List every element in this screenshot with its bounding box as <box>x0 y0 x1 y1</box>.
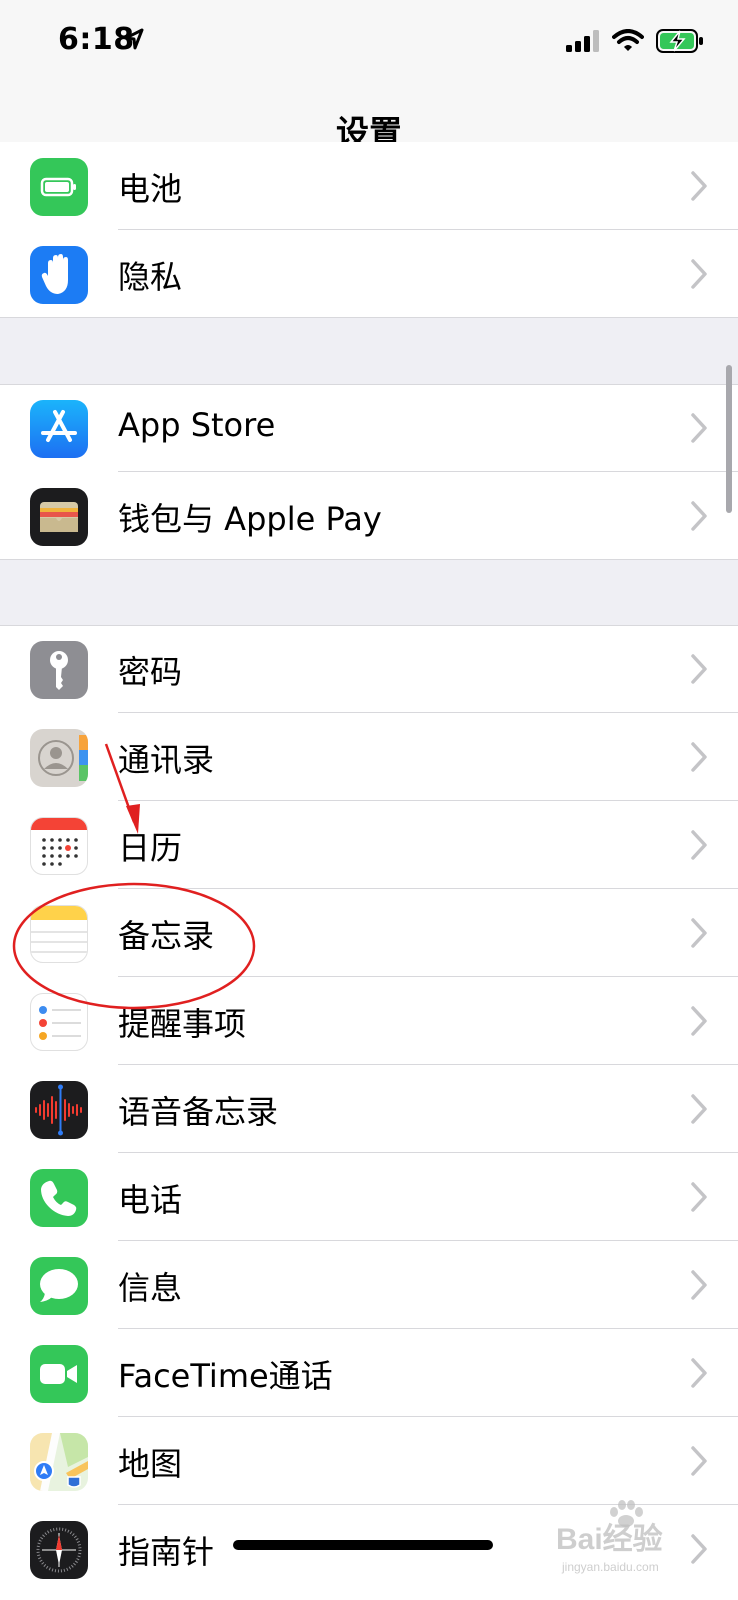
chevron-right-icon <box>691 654 707 684</box>
contacts-icon <box>30 729 88 787</box>
settings-row-label: 隐私 <box>118 258 183 296</box>
phone-icon <box>30 1169 88 1227</box>
settings-row-facetime[interactable]: FaceTime通话 <box>0 1329 738 1417</box>
settings-row-wallet[interactable]: 钱包与 Apple Pay <box>0 472 738 560</box>
chevron-right-icon <box>691 1006 707 1036</box>
settings-row-app-store[interactable]: App Store <box>0 384 738 472</box>
chevron-right-icon <box>691 413 707 443</box>
scroll-indicator[interactable] <box>726 365 732 513</box>
voice-memos-icon <box>30 1081 88 1139</box>
chevron-right-icon <box>691 742 707 772</box>
status-icons <box>566 24 704 58</box>
settings-row-label: 钱包与 Apple Pay <box>118 500 382 538</box>
notes-icon <box>30 905 88 963</box>
settings-row-label: 电话 <box>118 1181 183 1219</box>
settings-row-battery[interactable]: 电池 <box>0 142 738 230</box>
chevron-right-icon <box>691 1358 707 1388</box>
settings-row-passwords[interactable]: 密码 <box>0 625 738 713</box>
settings-group-store-wallet: App Store 钱包与 Apple Pay <box>0 384 738 560</box>
group-separator <box>0 317 738 318</box>
settings-row-label: 日历 <box>118 829 183 867</box>
facetime-icon <box>30 1345 88 1403</box>
chevron-right-icon <box>691 1182 707 1212</box>
baidu-watermark: Bai经验 jingyan.baidu.com <box>542 1498 712 1588</box>
messages-icon <box>30 1257 88 1315</box>
wifi-icon <box>612 29 644 51</box>
settings-row-messages[interactable]: 信息 <box>0 1241 738 1329</box>
reminders-icon <box>30 993 88 1051</box>
settings-row-contacts[interactable]: 通讯录 <box>0 713 738 801</box>
settings-row-label: 密码 <box>118 653 183 691</box>
settings-row-label: 信息 <box>118 1269 183 1307</box>
settings-row-label: 提醒事项 <box>118 1005 247 1043</box>
group-separator <box>0 559 738 560</box>
settings-row-label: App Store <box>118 406 276 444</box>
battery-charging-icon <box>656 29 703 53</box>
chevron-right-icon <box>691 501 707 531</box>
location-arrow-icon <box>124 28 144 50</box>
chevron-right-icon <box>691 259 707 289</box>
compass-icon <box>30 1521 88 1579</box>
settings-row-phone[interactable]: 电话 <box>0 1153 738 1241</box>
chevron-right-icon <box>691 918 707 948</box>
settings-group-apps: 密码 通讯录 日历 备忘录 提醒事项 语音备忘录 电话 信息 FaceTime通… <box>0 625 738 1600</box>
watermark-url: jingyan.baidu.com <box>562 1560 659 1574</box>
settings-row-label: 备忘录 <box>118 917 215 955</box>
home-indicator[interactable] <box>233 1540 493 1550</box>
chevron-right-icon <box>691 830 707 860</box>
chevron-right-icon <box>691 1270 707 1300</box>
maps-icon <box>30 1433 88 1491</box>
battery-icon <box>30 158 88 216</box>
settings-row-label: FaceTime通话 <box>118 1357 333 1395</box>
status-bar: 6:18 <box>0 0 738 84</box>
settings-row-label: 地图 <box>118 1445 183 1483</box>
wallet-icon <box>30 488 88 546</box>
calendar-icon <box>30 817 88 875</box>
chevron-right-icon <box>691 1446 707 1476</box>
settings-row-calendar[interactable]: 日历 <box>0 801 738 889</box>
settings-row-label: 指南针 <box>118 1533 215 1571</box>
watermark-text: Bai经验 <box>556 1523 663 1556</box>
settings-row-notes[interactable]: 备忘录 <box>0 889 738 977</box>
settings-row-voice-memos[interactable]: 语音备忘录 <box>0 1065 738 1153</box>
settings-row-reminders[interactable]: 提醒事项 <box>0 977 738 1065</box>
settings-row-privacy[interactable]: 隐私 <box>0 230 738 318</box>
settings-row-label: 通讯录 <box>118 741 215 779</box>
settings-group-battery-privacy: 电池 隐私 <box>0 142 738 318</box>
privacy-hand-icon <box>30 246 88 304</box>
key-icon <box>30 641 88 699</box>
app-store-icon <box>30 400 88 458</box>
settings-row-label: 语音备忘录 <box>118 1093 279 1131</box>
cellular-signal-icon <box>566 30 599 52</box>
settings-row-label: 电池 <box>118 170 183 208</box>
settings-row-maps[interactable]: 地图 <box>0 1417 738 1505</box>
chevron-right-icon <box>691 171 707 201</box>
chevron-right-icon <box>691 1094 707 1124</box>
